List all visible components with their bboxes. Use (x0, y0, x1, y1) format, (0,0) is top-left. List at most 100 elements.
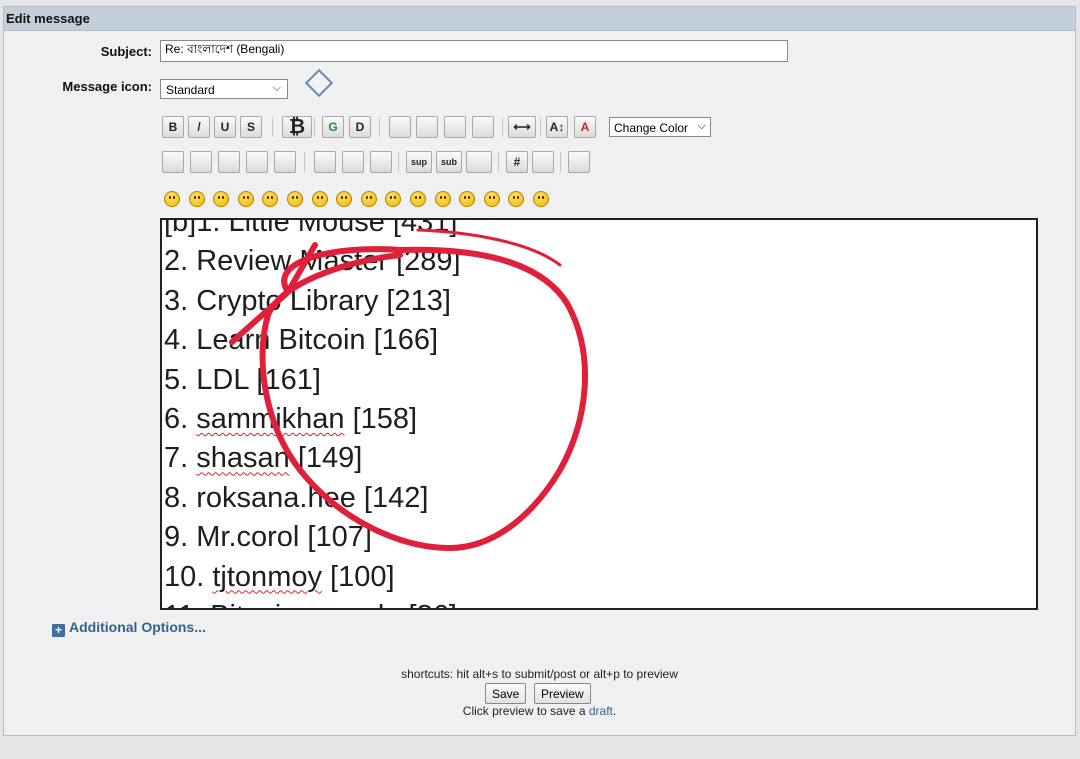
editor-line: 11. Bitcoin_people [86] (164, 597, 461, 608)
shadow-button[interactable]: D (349, 116, 371, 138)
smiley-icon[interactable] (213, 191, 230, 207)
toolbar-separator (398, 152, 399, 172)
smiley-icon[interactable] (385, 191, 402, 207)
smiley-icon[interactable] (188, 191, 205, 207)
smiley-icon[interactable] (508, 191, 525, 207)
draft-hint-prefix: Click preview to save a (462, 704, 589, 718)
toolbar-separator (540, 117, 541, 137)
editor-line: [b]1. Little Mouse [431] (164, 218, 458, 238)
message-editor[interactable]: [b]1. Little Mouse [431] 2. Review Master… (160, 218, 1038, 610)
italic-button[interactable]: / (188, 116, 210, 138)
toolbar-separator (498, 152, 499, 172)
toolbar-separator (314, 117, 315, 137)
toolbar-separator (379, 117, 380, 137)
shortcuts-hint: shortcuts: hit alt+s to submit/post or a… (401, 667, 678, 681)
bold-icon: B (168, 120, 178, 134)
line-suffix: [100] (321, 560, 395, 593)
bitcoin-button[interactable]: ₿ (282, 116, 312, 138)
smiley-icon[interactable] (262, 191, 279, 207)
draft-hint-suffix: . (612, 704, 617, 718)
list-button[interactable] (568, 151, 590, 173)
strikethrough-button[interactable]: S (240, 116, 262, 138)
draft-hint: Click preview to save a draft. (4, 704, 1075, 718)
align-right-button[interactable] (472, 116, 494, 138)
toolbar-separator (560, 152, 561, 172)
expand-plus-icon: + (52, 624, 65, 637)
misspelled-word: tjtonmoy (212, 560, 322, 593)
line-suffix: [158] (344, 403, 418, 436)
chevron-down-icon: ⌵ (272, 82, 281, 94)
font-face-icon: A (580, 120, 590, 134)
line-prefix: 6. (164, 403, 197, 436)
message-icon-select[interactable]: Standard ⌵ (160, 79, 288, 99)
smiley-icon[interactable] (533, 191, 549, 207)
bitcoin-icon: ₿ (288, 115, 306, 138)
superscript-button[interactable]: sup (406, 151, 432, 173)
draft-link[interactable]: draft (589, 704, 613, 718)
email-button[interactable] (246, 151, 268, 173)
editor-line: 8. roksana.hee [142] (164, 481, 429, 514)
preview-button[interactable]: Preview (534, 683, 591, 704)
editor-text: [b]1. Little Mouse [431] 2. Review Master… (164, 218, 461, 608)
message-icon-label: Message icon: (62, 79, 152, 94)
smiley-icon[interactable] (410, 191, 426, 207)
line-prefix: 7. (164, 442, 197, 475)
font-size-icon: A↕ (549, 120, 565, 134)
underline-button[interactable]: U (214, 116, 236, 138)
italic-icon: / (197, 120, 201, 134)
subject-input[interactable] (160, 40, 788, 62)
editor-line: 5. LDL [161] (164, 363, 321, 396)
horizontal-rule-button[interactable]: ⟷ (508, 116, 536, 138)
hyperlink-button[interactable] (218, 151, 240, 173)
bold-button[interactable]: B (162, 116, 184, 138)
glow-button[interactable]: G (322, 116, 344, 138)
smiley-icon[interactable] (237, 191, 254, 207)
smiley-icon[interactable] (483, 191, 500, 207)
smiley-icon[interactable] (164, 191, 180, 207)
change-color-select[interactable]: Change Color ⌵ (609, 117, 711, 137)
quote-button[interactable] (532, 151, 554, 173)
toolbar-separator (272, 117, 273, 137)
toolbar-separator (502, 117, 503, 137)
editor-line: 2. Review Master [289] (164, 245, 461, 278)
ftp-button[interactable] (274, 151, 296, 173)
teletype-button[interactable] (466, 151, 492, 173)
editor-line: 10. tjtonmoy [100] (164, 558, 461, 597)
editor-line: 3. Crypto Library [213] (164, 284, 451, 317)
save-button[interactable]: Save (485, 683, 527, 704)
icon-preview-icon (304, 68, 334, 98)
align-left-button[interactable] (416, 116, 438, 138)
flash-button[interactable] (162, 151, 184, 173)
font-face-button[interactable]: A (574, 116, 596, 138)
code-icon: # (513, 155, 521, 169)
editor-line: 9. Mr.corol [107] (164, 521, 372, 554)
smiley-icon[interactable] (336, 191, 353, 207)
smiley-icon[interactable] (287, 191, 303, 207)
additional-options-link[interactable]: + Additional Options... (52, 619, 206, 637)
line-suffix: [149] (289, 442, 363, 475)
smiley-icon[interactable] (434, 191, 451, 207)
code-button[interactable]: # (506, 151, 528, 173)
subscript-button[interactable]: sub (436, 151, 462, 173)
preformatted-button[interactable] (389, 116, 411, 138)
page-title: Edit message (6, 11, 90, 26)
subject-label: Subject: (100, 44, 152, 59)
font-size-button[interactable]: A↕ (546, 116, 568, 138)
glow-icon: G (328, 120, 338, 134)
smiley-icon[interactable] (459, 191, 476, 207)
edit-message-panel: Edit message Subject: Message icon: Stan… (3, 6, 1076, 736)
editor-line: 7. shasan [149] (164, 439, 461, 478)
underline-icon: U (220, 120, 230, 134)
table-column-button[interactable] (370, 151, 392, 173)
editor-line: 6. sammikhan [158] (164, 400, 461, 439)
image-button[interactable] (190, 151, 212, 173)
smiley-icon[interactable] (360, 191, 377, 207)
subscript-icon: sub (440, 157, 457, 167)
strikethrough-icon: S (246, 120, 255, 134)
table-button[interactable] (314, 151, 336, 173)
toolbar-separator (304, 152, 305, 172)
align-center-button[interactable] (444, 116, 466, 138)
misspelled-word: shasan (196, 442, 290, 475)
table-row-button[interactable] (342, 151, 364, 173)
smiley-icon[interactable] (311, 191, 328, 207)
